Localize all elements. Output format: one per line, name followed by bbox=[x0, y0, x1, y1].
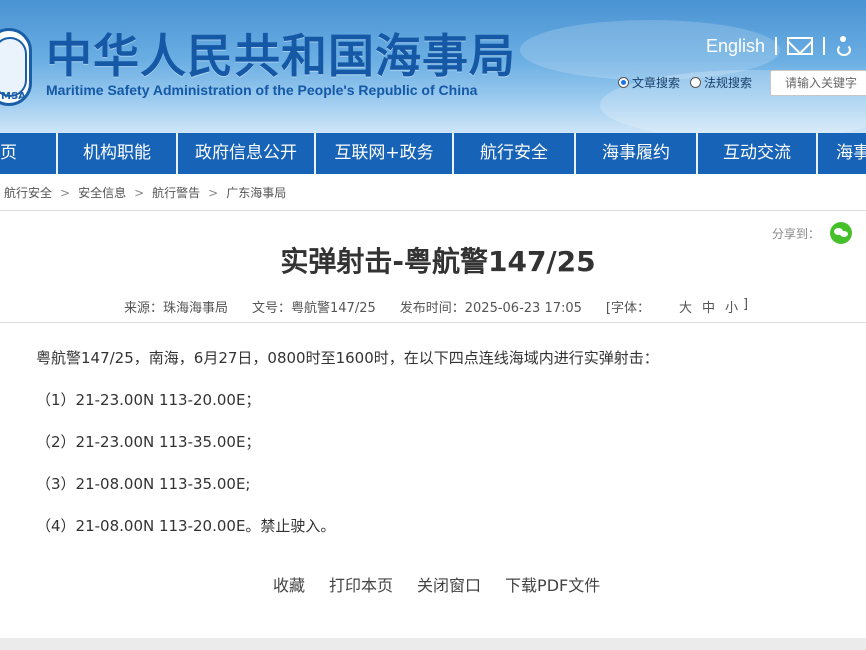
article-paragraph: （2）21-23.00N 113-35.00E； bbox=[36, 433, 261, 451]
top-links: English bbox=[706, 34, 853, 58]
divider bbox=[0, 322, 866, 323]
site-header: MSA 中华人民共和国海事局 Maritime Safety Administr… bbox=[0, 0, 866, 133]
main-nav: 首页 机构职能 政府信息公开 互联网+政务 航行安全 海事履约 互动交流 海事服… bbox=[0, 133, 866, 174]
article-paragraph: （4）21-08.00N 113-20.00E。禁止驶入。 bbox=[36, 517, 336, 535]
nav-item-functions[interactable]: 机构职能 bbox=[58, 133, 178, 174]
nav-item-internet-gov[interactable]: 互联网+政务 bbox=[316, 133, 454, 174]
nav-item-gov-info[interactable]: 政府信息公开 bbox=[178, 133, 316, 174]
font-size-medium-button[interactable]: 中 bbox=[702, 297, 715, 316]
article-meta: 来源：珠海海事局 文号：粤航警147/25 发布时间：2025-06-23 17… bbox=[124, 297, 772, 316]
radio-regulations[interactable] bbox=[690, 77, 702, 88]
breadcrumb-item[interactable]: 航行警告 bbox=[152, 184, 200, 201]
site-title-cn[interactable]: 中华人民共和国海事局 bbox=[46, 20, 516, 86]
download-pdf-button[interactable]: 下载PDF文件 bbox=[505, 572, 600, 596]
chevron-right-icon: > bbox=[134, 185, 145, 200]
article-title: 实弹射击-粤航警147/25 bbox=[280, 245, 596, 278]
site-title-en: Maritime Safety Administration of the Pe… bbox=[46, 82, 478, 98]
footer-bar bbox=[0, 638, 866, 650]
divider bbox=[775, 37, 778, 55]
article-doc-number: 文号：粤航警147/25 bbox=[252, 301, 376, 316]
print-button[interactable]: 打印本页 bbox=[329, 572, 393, 596]
english-link[interactable]: English bbox=[706, 36, 765, 57]
chevron-right-icon: > bbox=[60, 185, 71, 200]
article-publish-time: 发布时间：2025-06-23 17:05 bbox=[399, 301, 582, 316]
logo-inner-ring bbox=[0, 37, 27, 97]
nav-item-navigation-safety[interactable]: 航行安全 bbox=[454, 133, 576, 174]
font-label-close: ] bbox=[743, 297, 749, 312]
breadcrumb-item[interactable]: 广东海事局 bbox=[226, 184, 286, 201]
nav-item-services[interactable]: 海事服务 bbox=[818, 133, 866, 174]
article-body: 粤航警147/25，南海，6月27日，0800时至1600时，在以下四点连线海域… bbox=[36, 348, 659, 558]
breadcrumb-item[interactable]: 航行安全 bbox=[4, 184, 52, 201]
search-options: 文章搜索 法规搜索 bbox=[618, 74, 762, 91]
article-paragraph: （3）21-08.00N 113-35.00E; bbox=[36, 475, 251, 493]
article-source: 来源：珠海海事局 bbox=[124, 301, 229, 316]
radio-articles[interactable] bbox=[618, 77, 629, 88]
search-input[interactable]: 请输入关键字 bbox=[770, 70, 866, 96]
search-option-label: 文章搜索 bbox=[632, 76, 681, 90]
share-label: 分享到： bbox=[772, 226, 821, 241]
accessibility-icon[interactable] bbox=[835, 36, 853, 56]
msa-logo-icon[interactable]: MSA bbox=[0, 28, 32, 106]
font-label: [字体： bbox=[605, 301, 650, 316]
logo-text: MSA bbox=[1, 91, 26, 102]
favorite-button[interactable]: 收藏 bbox=[273, 572, 305, 596]
article-paragraph: （1）21-23.00N 113-20.00E； bbox=[36, 391, 261, 409]
breadcrumb: 航行安全 > 安全信息 > 航行警告 > 广东海事局 bbox=[4, 184, 286, 201]
article-paragraph: 粤航警147/25，南海，6月27日，0800时至1600时，在以下四点连线海域… bbox=[36, 349, 659, 367]
divider bbox=[0, 210, 866, 211]
font-size-large-button[interactable]: 大 bbox=[679, 297, 692, 316]
divider bbox=[823, 37, 826, 55]
nav-item-compliance[interactable]: 海事履约 bbox=[576, 133, 698, 174]
close-window-button[interactable]: 关闭窗口 bbox=[417, 572, 481, 596]
nav-item-home[interactable]: 首页 bbox=[0, 133, 58, 174]
nav-item-interaction[interactable]: 互动交流 bbox=[698, 133, 818, 174]
search-option-regulations[interactable]: 法规搜索 bbox=[690, 74, 752, 91]
breadcrumb-item[interactable]: 安全信息 bbox=[78, 184, 126, 201]
search-option-articles[interactable]: 文章搜索 bbox=[618, 74, 680, 91]
article-actions: 收藏 打印本页 关闭窗口 下载PDF文件 bbox=[273, 572, 600, 596]
font-size-control: [字体： 大 中 小 ] bbox=[606, 297, 772, 316]
font-size-small-button[interactable]: 小 bbox=[725, 297, 738, 316]
mail-icon[interactable] bbox=[787, 37, 814, 55]
chevron-right-icon: > bbox=[208, 185, 219, 200]
search-option-label: 法规搜索 bbox=[704, 76, 753, 90]
